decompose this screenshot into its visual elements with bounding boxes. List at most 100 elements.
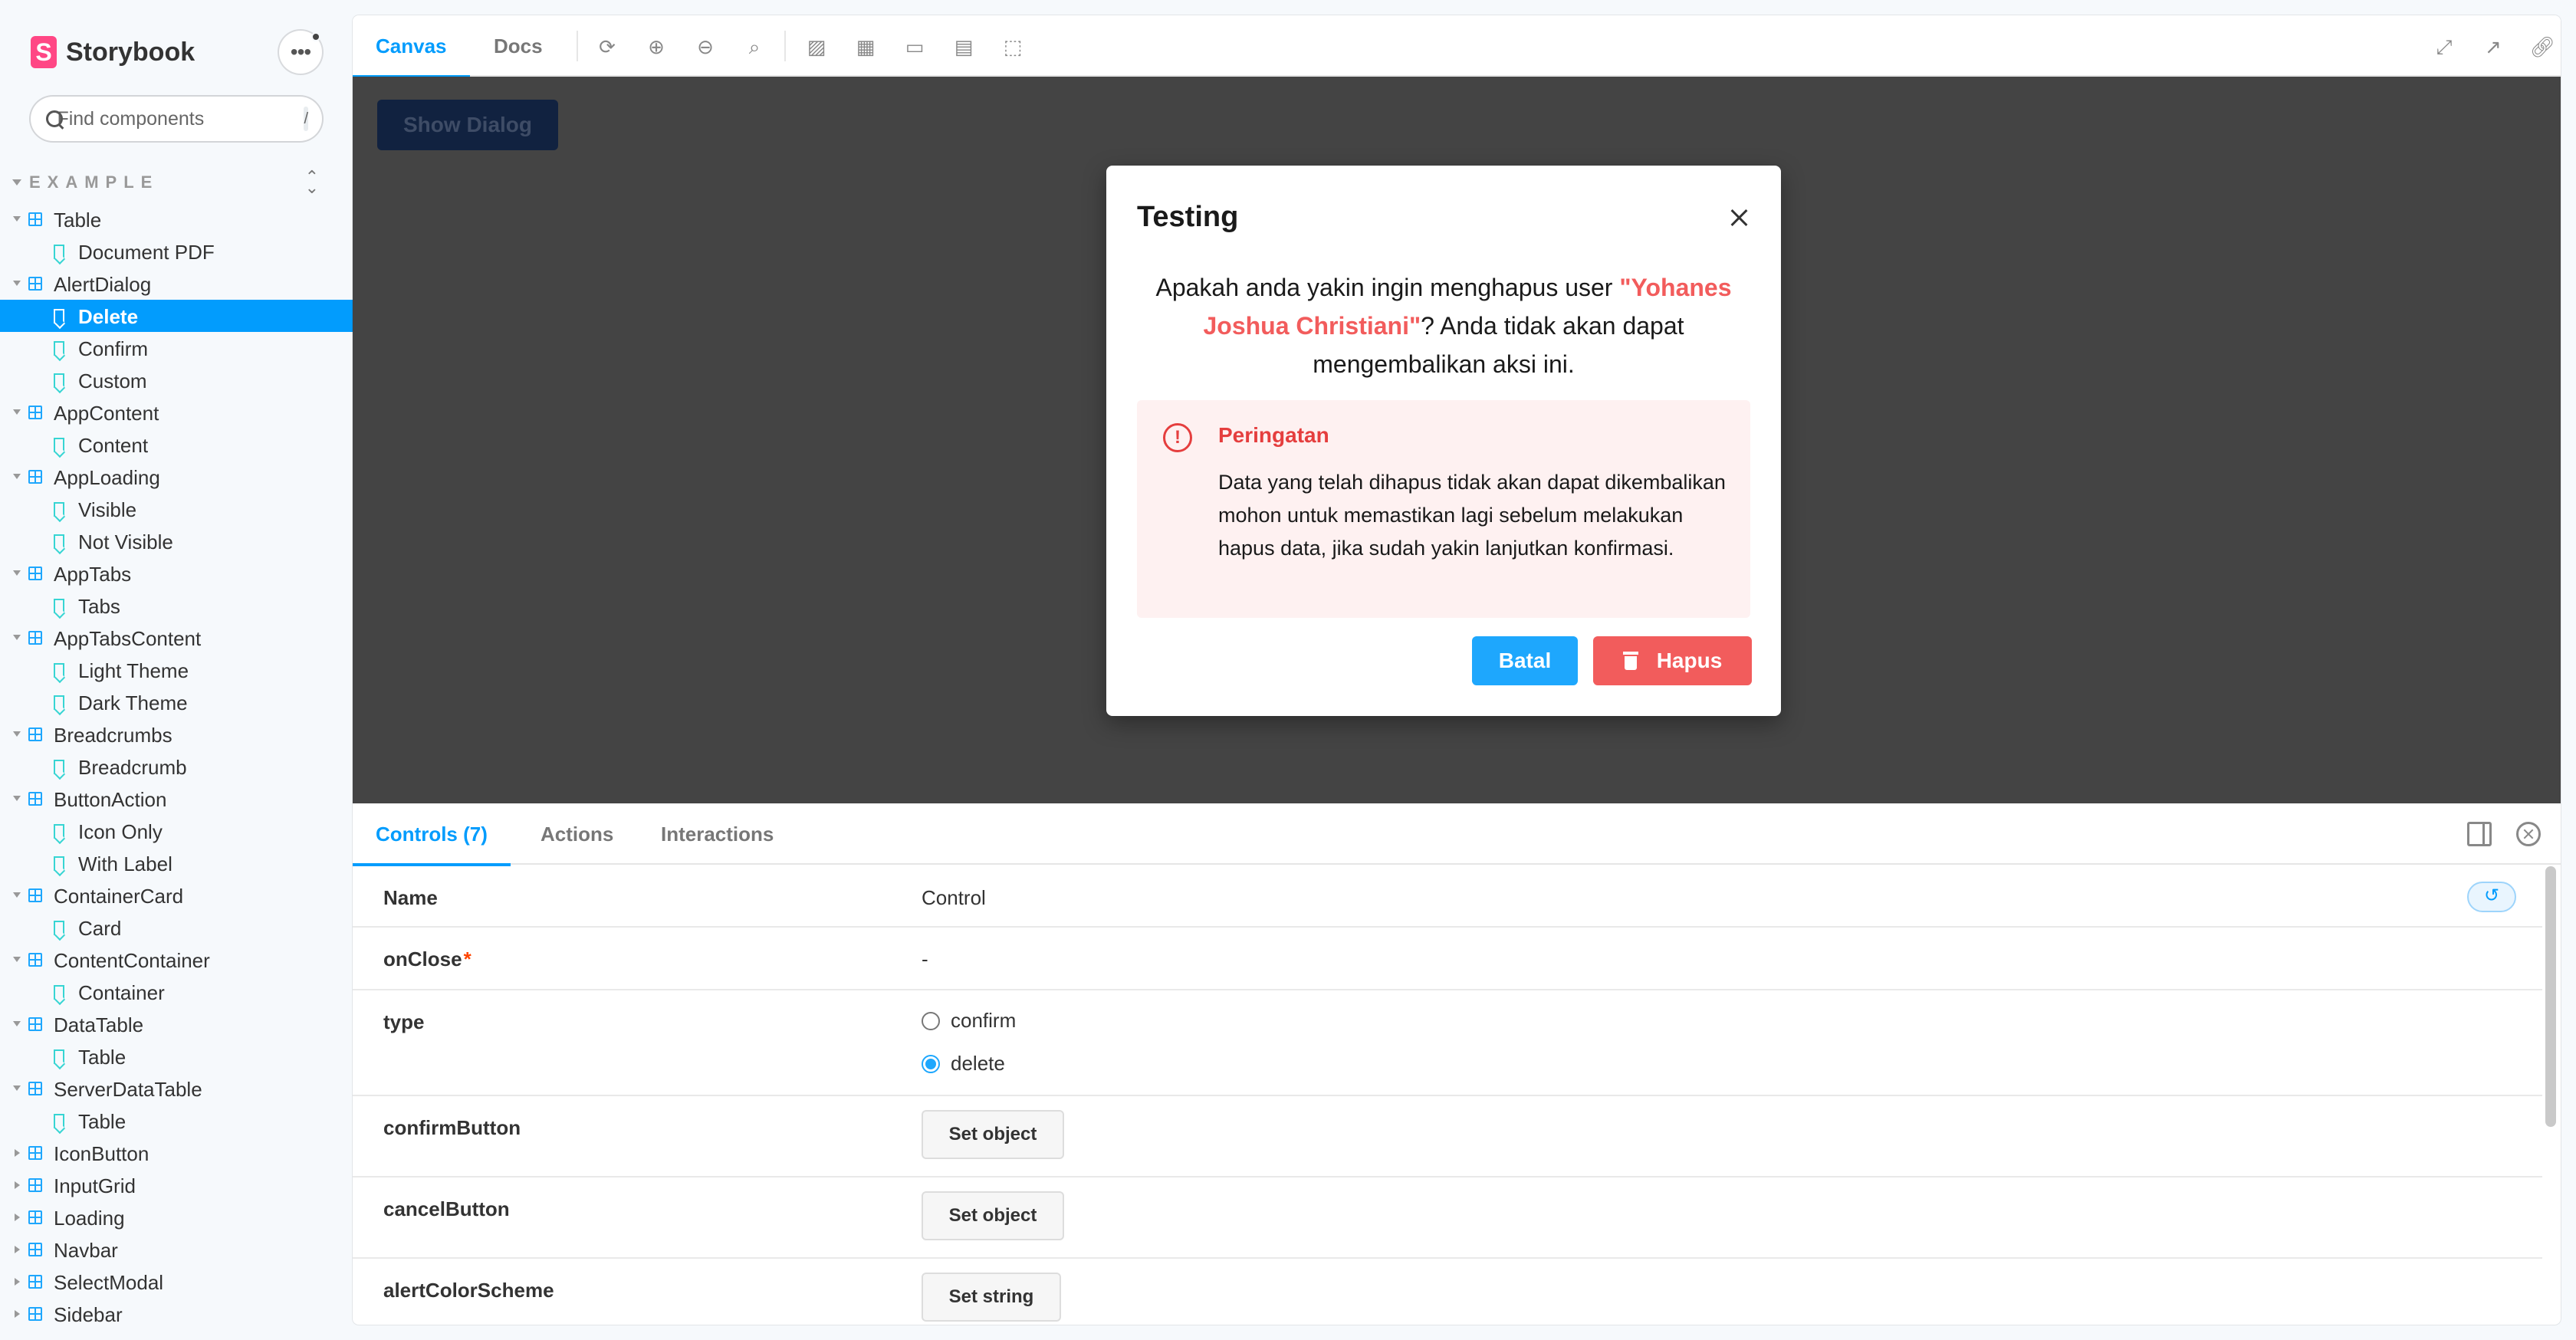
component-icon	[28, 567, 42, 580]
reset-controls-button[interactable]: ↺	[2467, 882, 2516, 912]
reload-icon[interactable]: ⟳	[594, 34, 620, 60]
settings-menu-button[interactable]: •••	[279, 31, 322, 74]
radio-button[interactable]	[922, 1054, 940, 1073]
tab-controls[interactable]: Controls (7)	[353, 803, 511, 866]
chevron-down-icon[interactable]	[13, 731, 21, 737]
sidebar-component-datatable[interactable]: DataTable	[0, 1008, 353, 1040]
radio-button[interactable]	[922, 1011, 940, 1030]
sidebar-story-breadcrumb[interactable]: Breadcrumb	[0, 750, 353, 783]
dialog-title: Testing	[1137, 201, 1239, 233]
copy-link-icon[interactable]: 🔗︎	[2529, 34, 2555, 60]
viewport-icon[interactable]: ▭	[902, 34, 928, 60]
sidebar-component-loading[interactable]: Loading	[0, 1201, 353, 1233]
sidebar-component-alertdialog[interactable]: AlertDialog	[0, 268, 353, 300]
search-box[interactable]: /	[31, 97, 322, 141]
sidebar-component-containercard[interactable]: ContainerCard	[0, 879, 353, 911]
set-object-button[interactable]: Set object	[922, 1110, 1064, 1159]
panel-position-icon[interactable]	[2467, 822, 2492, 846]
section-header[interactable]: EXAMPLE ⌃ ⌄	[12, 169, 319, 196]
sidebar-component-sidebar[interactable]: Sidebar	[0, 1298, 353, 1330]
chevron-down-icon[interactable]	[13, 409, 21, 415]
chevron-down-icon[interactable]	[13, 570, 21, 576]
tab-actions[interactable]: Actions	[540, 803, 613, 865]
expand-collapse-icon[interactable]: ⌃ ⌄	[305, 169, 319, 196]
scrollbar[interactable]	[2545, 866, 2556, 1127]
zoom-out-icon[interactable]: ⊖	[692, 34, 718, 60]
sidebar-story-container[interactable]: Container	[0, 976, 353, 1008]
sidebar-story-content[interactable]: Content	[0, 429, 353, 461]
radio-option-delete[interactable]: delete	[922, 1052, 1005, 1076]
sidebar-story-visible[interactable]: Visible	[0, 493, 353, 525]
sidebar-component-appcontent[interactable]: AppContent	[0, 396, 353, 429]
chevron-right-icon[interactable]	[15, 1181, 20, 1189]
sidebar-story-not-visible[interactable]: Not Visible	[0, 525, 353, 557]
sidebar-story-light-theme[interactable]: Light Theme	[0, 654, 353, 686]
sidebar-story-tabs[interactable]: Tabs	[0, 590, 353, 622]
close-icon[interactable]	[1729, 207, 1750, 228]
sidebar-story-document-pdf[interactable]: Document PDF	[0, 235, 353, 268]
set-string-button[interactable]: Set string	[922, 1273, 1061, 1322]
story-canvas: Show Dialog Testing Apakah anda yakin in…	[353, 77, 2561, 803]
sidebar-story-with-label[interactable]: With Label	[0, 847, 353, 879]
sidebar-component-navbar[interactable]: Navbar	[0, 1233, 353, 1266]
bookmark-icon	[54, 760, 64, 774]
sidebar-component-apptabscontent[interactable]: AppTabsContent	[0, 622, 353, 654]
sidebar-story-confirm[interactable]: Confirm	[0, 332, 353, 364]
chevron-down-icon[interactable]	[13, 892, 21, 898]
component-icon	[28, 1146, 42, 1160]
chevron-right-icon[interactable]	[15, 1149, 20, 1157]
zoom-reset-icon[interactable]: ⌕	[741, 34, 767, 60]
sidebar-story-table[interactable]: Table	[0, 1040, 353, 1072]
zoom-in-icon[interactable]: ⊕	[643, 34, 669, 60]
sidebar-story-icon-only[interactable]: Icon Only	[0, 815, 353, 847]
chevron-right-icon[interactable]	[15, 1278, 20, 1286]
chevron-down-icon[interactable]	[13, 635, 21, 640]
tab-canvas[interactable]: Canvas	[353, 15, 469, 78]
brand[interactable]: S Storybook	[31, 34, 195, 71]
warning-text: Data yang telah dihapus tidak akan dapat…	[1218, 471, 1726, 560]
sidebar-story-delete[interactable]: Delete	[0, 300, 353, 332]
chevron-down-icon[interactable]	[13, 957, 21, 962]
chevron-down-icon[interactable]	[13, 281, 21, 286]
sidebar-component-selectmodal[interactable]: SelectModal	[0, 1266, 353, 1298]
chevron-down-icon[interactable]	[13, 796, 21, 801]
fullscreen-icon[interactable]: ⤢	[2431, 34, 2457, 60]
chevron-right-icon[interactable]	[15, 1246, 20, 1253]
sidebar-component-serverdatatable[interactable]: ServerDataTable	[0, 1072, 353, 1105]
outline-icon[interactable]: ⬚	[1000, 34, 1026, 60]
tree-item-label: ContainerCard	[54, 885, 184, 908]
tab-docs[interactable]: Docs	[494, 15, 543, 77]
cancel-button[interactable]: Batal	[1472, 636, 1578, 685]
search-input[interactable]	[57, 107, 304, 130]
show-dialog-button[interactable]: Show Dialog	[377, 100, 558, 150]
sidebar-story-table[interactable]: Table	[0, 1105, 353, 1137]
sidebar-component-contentcontainer[interactable]: ContentContainer	[0, 944, 353, 976]
grid-icon[interactable]: ▦	[853, 34, 879, 60]
delete-button[interactable]: Hapus	[1593, 636, 1752, 685]
sidebar-component-apptabs[interactable]: AppTabs	[0, 557, 353, 590]
sidebar-component-breadcrumbs[interactable]: Breadcrumbs	[0, 718, 353, 750]
tab-interactions[interactable]: Interactions	[661, 803, 774, 865]
chevron-down-icon[interactable]	[13, 1021, 21, 1026]
sidebar-story-custom[interactable]: Custom	[0, 364, 353, 396]
background-icon[interactable]: ▨	[803, 34, 830, 60]
chevron-right-icon[interactable]	[15, 1310, 20, 1318]
tree-item-label: Container	[78, 981, 165, 1004]
measure-icon[interactable]: ▤	[951, 34, 977, 60]
radio-option-confirm[interactable]: confirm	[922, 1009, 1016, 1033]
sidebar-component-inputgrid[interactable]: InputGrid	[0, 1169, 353, 1201]
sidebar-component-table[interactable]: Table	[0, 203, 353, 235]
open-new-tab-icon[interactable]: ↗	[2480, 34, 2506, 60]
chevron-down-icon[interactable]	[13, 216, 21, 222]
sidebar-story-card[interactable]: Card	[0, 911, 353, 944]
sidebar-component-buttonaction[interactable]: ButtonAction	[0, 783, 353, 815]
close-panel-icon[interactable]	[2516, 822, 2541, 846]
chevron-right-icon[interactable]	[15, 1214, 20, 1221]
chevron-down-icon[interactable]	[13, 1085, 21, 1091]
chevron-down-icon[interactable]	[13, 474, 21, 479]
set-object-button[interactable]: Set object	[922, 1191, 1064, 1240]
tree-item-label: Delete	[78, 305, 139, 328]
sidebar-component-iconbutton[interactable]: IconButton	[0, 1137, 353, 1169]
sidebar-component-apploading[interactable]: AppLoading	[0, 461, 353, 493]
sidebar-story-dark-theme[interactable]: Dark Theme	[0, 686, 353, 718]
